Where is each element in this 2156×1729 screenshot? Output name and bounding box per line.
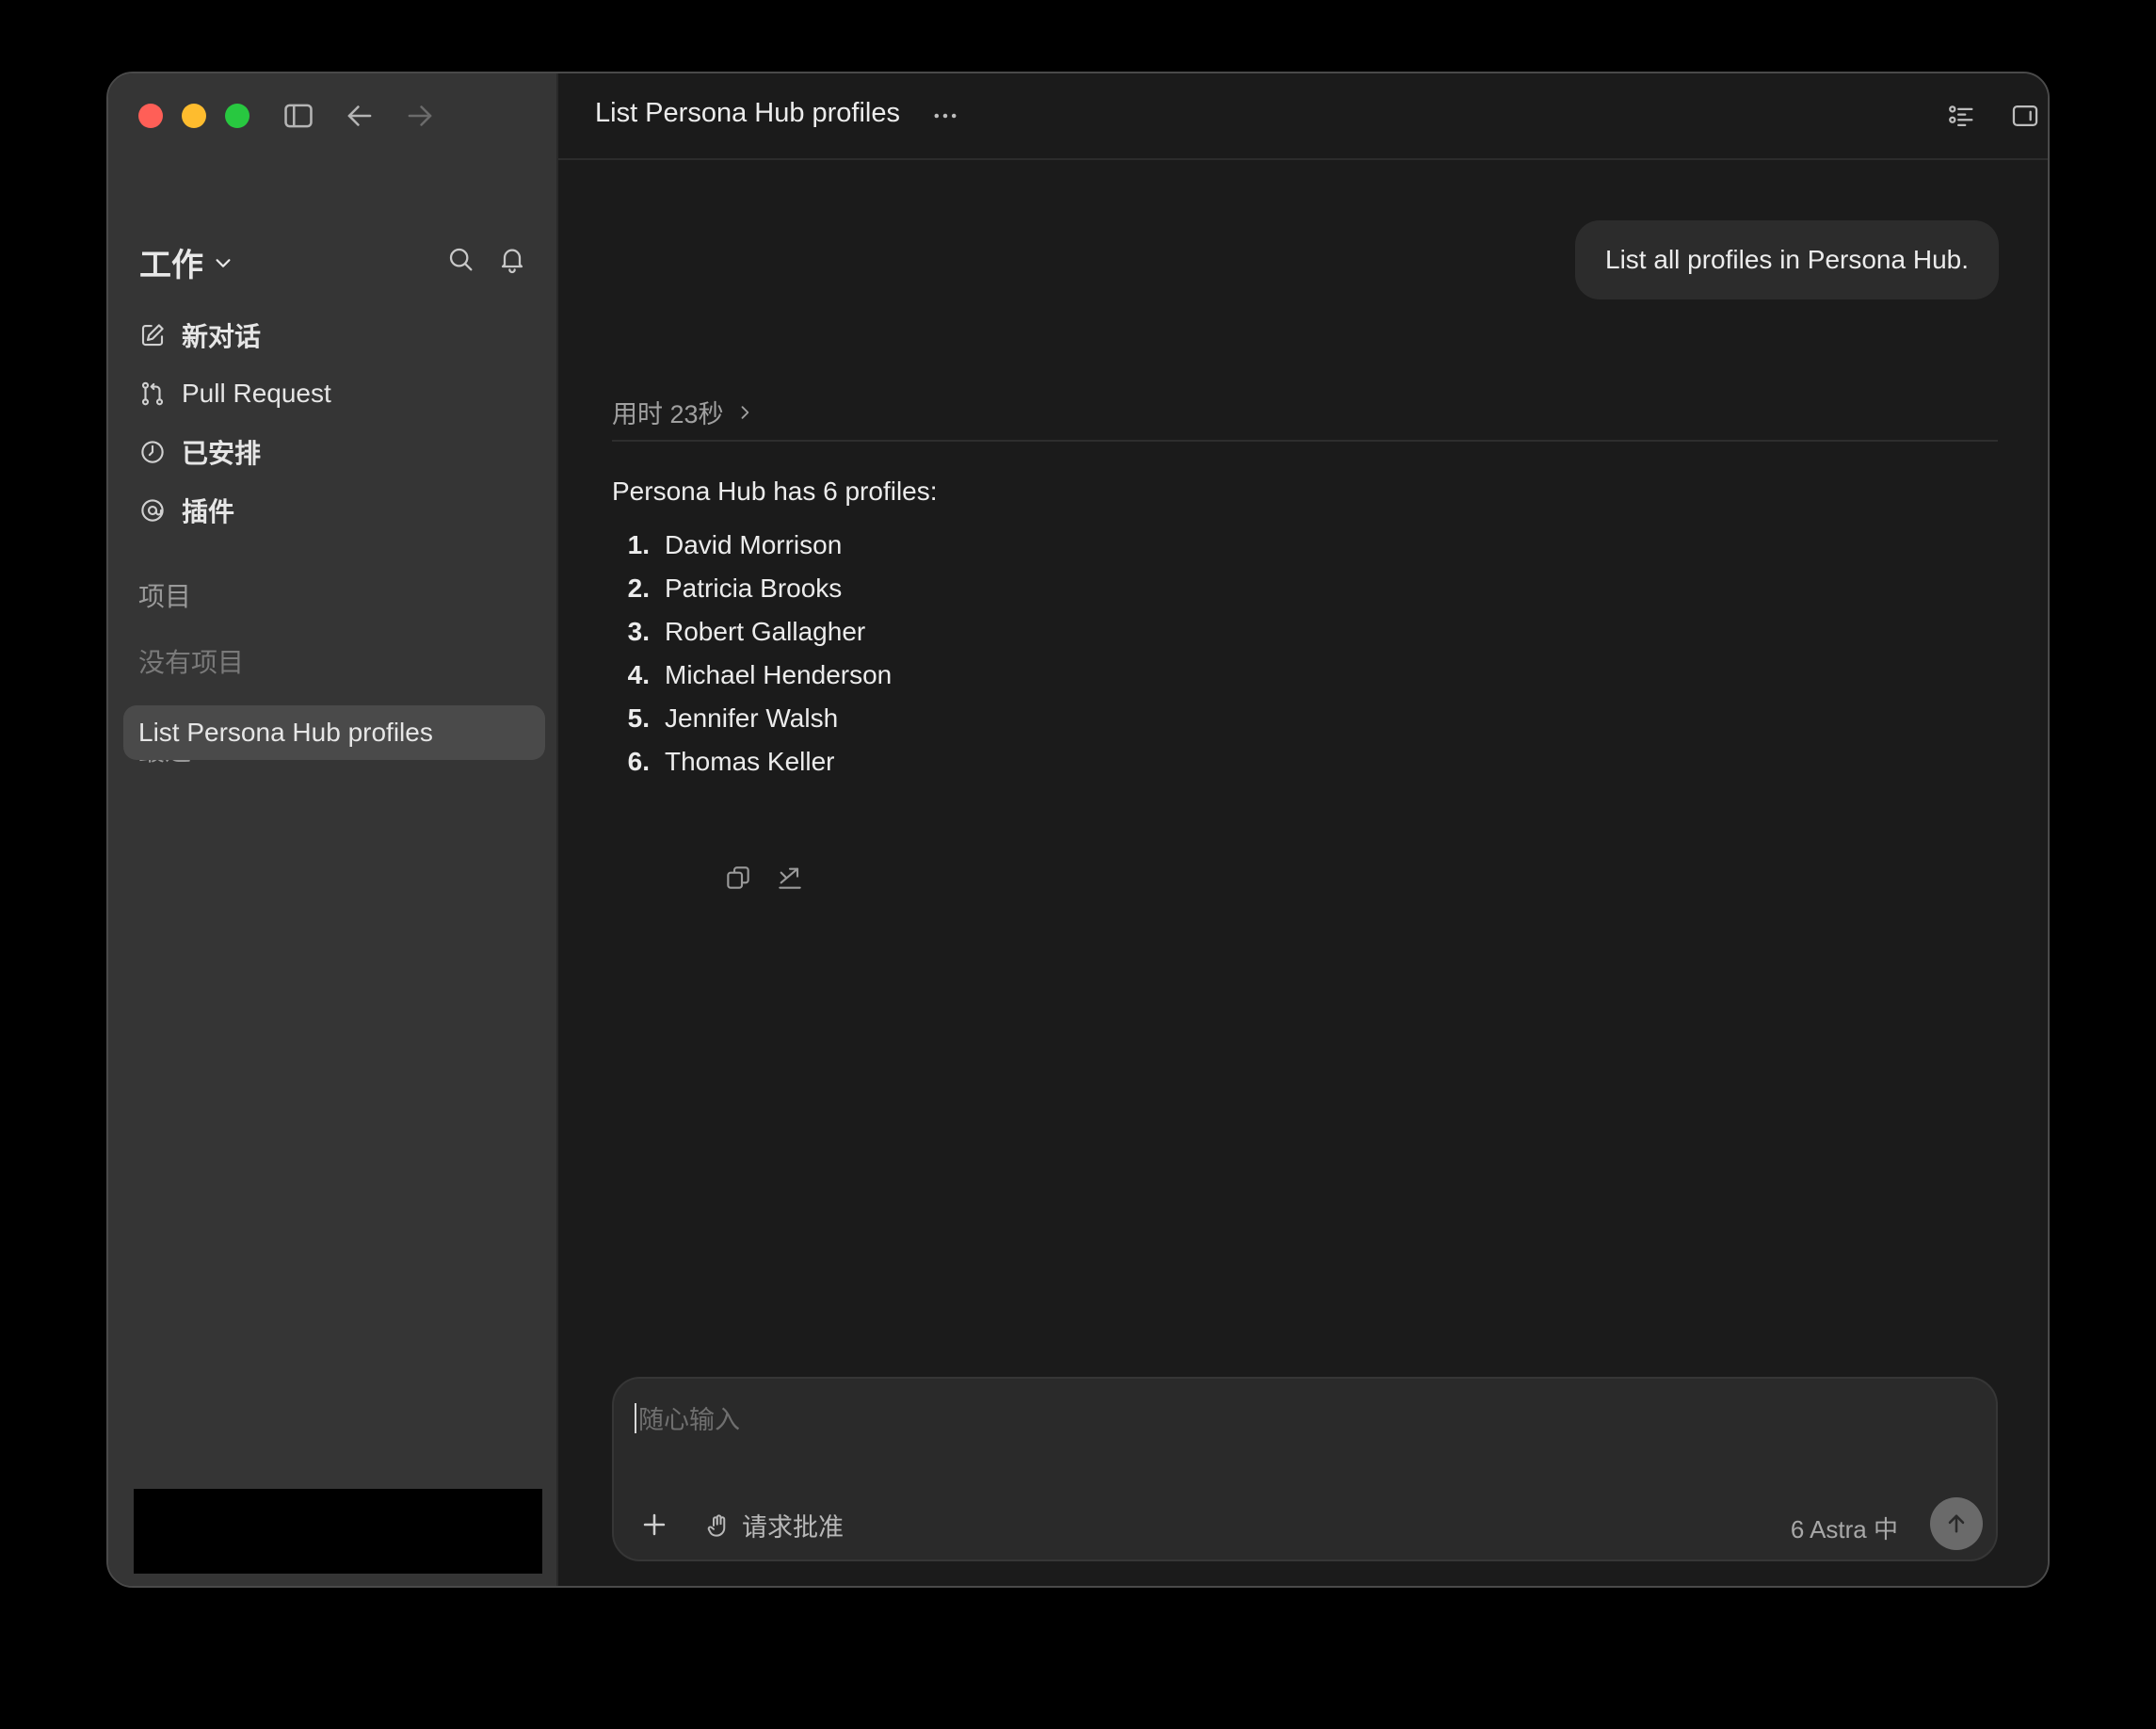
bell-icon[interactable] <box>497 244 527 274</box>
list-number: 6. <box>627 747 650 776</box>
compose-icon <box>138 321 167 349</box>
main-panel: List Persona Hub profiles List all profi… <box>558 73 2048 1586</box>
text-caret <box>635 1402 636 1433</box>
list-item: 3. Robert Gallagher <box>612 610 892 654</box>
profile-name: Michael Henderson <box>665 660 893 689</box>
chevron-down-icon <box>216 258 231 267</box>
workspace-selector[interactable]: 工作 <box>139 239 233 285</box>
message-composer[interactable]: 随心输入 请求批准 6 Astra 中 <box>612 1377 1998 1561</box>
list-item: 5. Jennifer Walsh <box>612 697 892 740</box>
search-icon[interactable] <box>445 244 475 274</box>
copy-icon[interactable] <box>723 863 753 893</box>
sidebar-toggle-icon[interactable] <box>281 98 316 134</box>
profile-name: Robert Gallagher <box>665 617 866 646</box>
hand-icon <box>704 1511 732 1540</box>
list-number: 2. <box>627 574 650 603</box>
list-number: 4. <box>627 660 650 689</box>
nav-label: 新对话 <box>182 322 262 351</box>
recent-chat-item[interactable]: List Persona Hub profiles <box>123 705 545 760</box>
plugin-icon <box>138 496 167 525</box>
send-button[interactable] <box>1930 1497 1983 1550</box>
recent-chat-label: List Persona Hub profiles <box>138 718 433 747</box>
minimize-window-button[interactable] <box>182 104 206 128</box>
redacted-account-area <box>134 1489 542 1574</box>
input-placeholder: 随心输入 <box>638 1406 740 1434</box>
approval-label: 请求批准 <box>742 1513 844 1542</box>
workspace-name: 工作 <box>139 248 203 283</box>
forward-arrow-icon[interactable] <box>402 98 438 134</box>
close-window-button[interactable] <box>138 104 163 128</box>
nav-pull-request[interactable]: Pull Request <box>138 373 331 414</box>
zoom-window-button[interactable] <box>225 104 249 128</box>
answer-intro: Persona Hub has 6 profiles: <box>612 477 938 506</box>
approval-mode-button[interactable]: 请求批准 <box>704 1507 844 1543</box>
nav-scheduled[interactable]: 已安排 <box>138 431 261 473</box>
user-message-bubble: List all profiles in Persona Hub. <box>1575 220 1999 299</box>
page-title: List Persona Hub profiles <box>595 98 900 128</box>
arrow-up-icon <box>1948 1514 1965 1533</box>
message-input[interactable]: 随心输入 <box>635 1399 740 1436</box>
list-item: 4. Michael Henderson <box>612 654 893 697</box>
profile-name: Patricia Brooks <box>665 574 843 603</box>
timing-text: 用时 23秒 <box>612 400 724 428</box>
list-item: 2. Patricia Brooks <box>612 567 892 610</box>
nav-label: 已安排 <box>182 439 262 468</box>
nav-new-chat[interactable]: 新对话 <box>138 315 261 356</box>
list-item: 6. Thomas Keller <box>612 740 892 784</box>
panel-toggle-icon[interactable] <box>2009 100 2041 132</box>
divider <box>612 440 1998 442</box>
model-selector[interactable]: 6 Astra 中 <box>1791 1511 1898 1545</box>
profile-name: Thomas Keller <box>665 747 835 776</box>
git-pull-request-icon <box>138 380 167 408</box>
app-window: 工作 新对话 Pull Request 已安排 插件 项目 没有项目 List … <box>106 72 2050 1588</box>
no-projects-text: 没有项目 <box>138 648 245 677</box>
top-bar: List Persona Hub profiles <box>558 73 2048 160</box>
profile-name: David Morrison <box>665 530 843 559</box>
list-number: 5. <box>627 703 650 733</box>
list-number: 3. <box>627 617 650 646</box>
add-attachment-icon[interactable] <box>638 1509 670 1541</box>
clock-icon <box>138 438 167 466</box>
sidebar: 工作 新对话 Pull Request 已安排 插件 项目 没有项目 List … <box>108 73 558 1586</box>
list-view-icon[interactable] <box>1945 100 1977 132</box>
list-item: 1. David Morrison <box>612 524 892 567</box>
nav-label: 插件 <box>182 497 235 526</box>
more-options-icon[interactable] <box>929 100 961 132</box>
chevron-right-icon <box>741 405 748 419</box>
nav-label: Pull Request <box>182 379 331 408</box>
projects-section-label: 项目 <box>138 582 192 611</box>
back-arrow-icon[interactable] <box>342 98 378 134</box>
profile-list: 1. David Morrison 2. Patricia Brooks 3. Rob… <box>612 524 893 784</box>
user-message-text: List all profiles in Persona Hub. <box>1605 245 1969 274</box>
branch-icon[interactable] <box>775 863 805 893</box>
thinking-duration-toggle[interactable]: 用时 23秒 <box>612 394 754 430</box>
list-number: 1. <box>627 530 650 559</box>
profile-name: Jennifer Walsh <box>665 703 839 733</box>
nav-plugins[interactable]: 插件 <box>138 490 234 531</box>
